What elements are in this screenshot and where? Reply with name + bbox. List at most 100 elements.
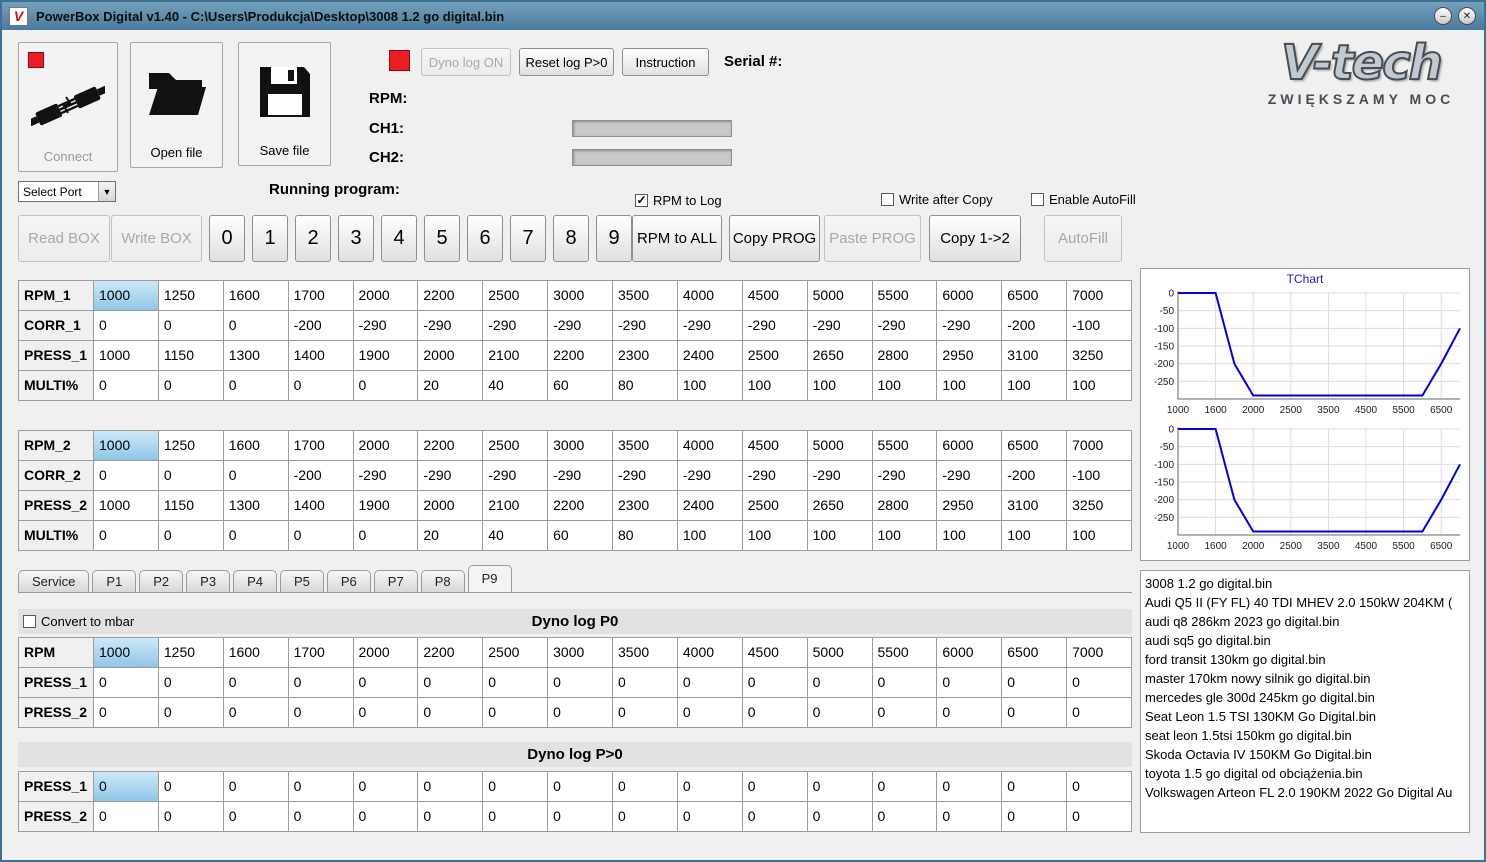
table-cell[interactable]: 1150 — [158, 341, 224, 371]
table-cell[interactable]: -290 — [483, 461, 549, 491]
table-cell[interactable]: 3250 — [1067, 341, 1132, 371]
table-cell[interactable]: 4000 — [677, 638, 743, 668]
table-cell[interactable]: 0 — [223, 521, 289, 551]
dropdown-arrow-button[interactable]: ▼ — [98, 182, 115, 201]
table-cell[interactable]: 0 — [353, 668, 419, 698]
digit-button-1[interactable]: 1 — [252, 215, 288, 262]
table-cell[interactable]: 1000 — [94, 341, 159, 371]
table-cell[interactable]: -200 — [1002, 461, 1068, 491]
table-cell[interactable]: 100 — [742, 371, 808, 401]
file-list-item[interactable]: Skoda Octavia IV 150KM Go Digital.bin — [1145, 745, 1465, 764]
table-cell[interactable]: 2000 — [353, 638, 419, 668]
table-cell[interactable]: 3100 — [1002, 341, 1068, 371]
table-cell[interactable]: 1700 — [288, 638, 354, 668]
table-cell[interactable]: 0 — [418, 802, 484, 832]
table-cell[interactable]: 80 — [613, 521, 678, 551]
table-cell[interactable]: 2300 — [613, 491, 678, 521]
file-list-item[interactable]: 3008 1.2 go digital.bin — [1145, 574, 1465, 593]
table-cell[interactable]: 80 — [613, 371, 678, 401]
table-cell[interactable]: 0 — [548, 668, 613, 698]
table-cell[interactable]: 2000 — [418, 491, 484, 521]
table-cell[interactable]: 100 — [1067, 521, 1132, 551]
table-cell[interactable]: 0 — [418, 668, 484, 698]
table-cell[interactable]: 1600 — [223, 281, 289, 311]
table-cell[interactable]: 4500 — [742, 431, 808, 461]
digit-button-6[interactable]: 6 — [467, 215, 503, 262]
table-cell[interactable]: 40 — [483, 521, 549, 551]
tab-p3[interactable]: P3 — [186, 570, 231, 592]
table-cell[interactable]: 2200 — [418, 281, 484, 311]
table-cell[interactable]: 0 — [158, 371, 224, 401]
table-cell[interactable]: 0 — [483, 668, 549, 698]
checkbox-box[interactable] — [881, 193, 894, 206]
table-cell[interactable]: 0 — [807, 802, 873, 832]
table-cell[interactable]: 0 — [1067, 698, 1132, 728]
table-cell[interactable]: 3000 — [548, 431, 613, 461]
table-cell[interactable]: 0 — [613, 698, 678, 728]
table-cell[interactable]: 5000 — [807, 638, 873, 668]
table-cell[interactable]: -200 — [1002, 311, 1068, 341]
table-cell[interactable]: 6500 — [1002, 638, 1068, 668]
table-cell[interactable]: 2800 — [872, 341, 938, 371]
table-cell[interactable]: 0 — [158, 668, 224, 698]
table-cell[interactable]: 0 — [1002, 668, 1068, 698]
table-cell[interactable]: 0 — [158, 461, 224, 491]
table-cell[interactable]: 0 — [288, 371, 354, 401]
table-cell[interactable]: 2400 — [677, 341, 743, 371]
table-cell[interactable]: 0 — [94, 521, 159, 551]
write-after-copy-checkbox[interactable]: Write after Copy — [881, 192, 993, 207]
table-cell[interactable]: 0 — [677, 802, 743, 832]
tab-p8[interactable]: P8 — [420, 570, 465, 592]
connect-button[interactable]: Connect — [18, 42, 118, 172]
file-list-item[interactable]: audi sq5 go digital.bin — [1145, 631, 1465, 650]
table-cell[interactable]: 2500 — [742, 491, 808, 521]
table-cell[interactable]: -290 — [418, 461, 484, 491]
table-cell[interactable]: 2950 — [937, 491, 1003, 521]
convert-to-mbar-checkbox[interactable]: Convert to mbar — [23, 614, 134, 629]
table-cell[interactable]: 3500 — [613, 638, 678, 668]
table-cell[interactable]: 0 — [94, 802, 159, 832]
copy-1-to-2-button[interactable]: Copy 1->2 — [929, 215, 1021, 262]
file-list-item[interactable]: seat leon 1.5tsi 150km go digital.bin — [1145, 726, 1465, 745]
table-cell[interactable]: 2000 — [353, 431, 419, 461]
tab-p9[interactable]: P9 — [467, 565, 512, 592]
table-cell[interactable]: 100 — [872, 371, 938, 401]
save-file-button[interactable]: Save file — [238, 42, 331, 166]
table-cell[interactable]: 20 — [418, 371, 484, 401]
table-cell[interactable]: -290 — [742, 311, 808, 341]
table-cell[interactable]: 60 — [548, 371, 613, 401]
table-cell[interactable]: 0 — [158, 698, 224, 728]
table-cell[interactable]: 5000 — [807, 281, 873, 311]
table-cell[interactable]: 1250 — [158, 431, 224, 461]
select-port-dropdown[interactable]: Select Port ▼ — [18, 181, 116, 202]
table-cell[interactable]: 0 — [353, 698, 419, 728]
table-cell[interactable]: 4500 — [742, 281, 808, 311]
table-cell[interactable]: 5500 — [872, 638, 938, 668]
table-cell[interactable]: 1000 — [94, 281, 159, 311]
table-cell[interactable]: 0 — [807, 698, 873, 728]
table-cell[interactable]: 1000 — [94, 431, 159, 461]
table-cell[interactable]: 100 — [807, 371, 873, 401]
table-cell[interactable]: 0 — [288, 772, 354, 802]
open-file-button[interactable]: Open file — [130, 42, 223, 168]
table-cell[interactable]: 0 — [223, 311, 289, 341]
tab-p7[interactable]: P7 — [373, 570, 418, 592]
table-cell[interactable]: 2200 — [418, 638, 484, 668]
checkbox-box[interactable] — [1031, 193, 1044, 206]
table-cell[interactable]: 3500 — [613, 431, 678, 461]
rpm-to-all-button[interactable]: RPM to ALL — [632, 215, 722, 262]
table-cell[interactable]: 0 — [937, 772, 1003, 802]
table-cell[interactable]: 40 — [483, 371, 549, 401]
table-cell[interactable]: 2100 — [483, 491, 549, 521]
table-cell[interactable]: -200 — [288, 461, 354, 491]
table-cell[interactable]: 5000 — [807, 431, 873, 461]
table-cell[interactable]: 3500 — [613, 281, 678, 311]
table-cell[interactable]: 0 — [1067, 668, 1132, 698]
checkbox-box[interactable] — [23, 615, 36, 628]
digit-button-0[interactable]: 0 — [209, 215, 245, 262]
table-cell[interactable]: 0 — [613, 802, 678, 832]
table-cell[interactable]: 0 — [1067, 772, 1132, 802]
instruction-button[interactable]: Instruction — [622, 48, 709, 76]
table-cell[interactable]: 0 — [158, 311, 224, 341]
table-cell[interactable]: 0 — [223, 668, 289, 698]
